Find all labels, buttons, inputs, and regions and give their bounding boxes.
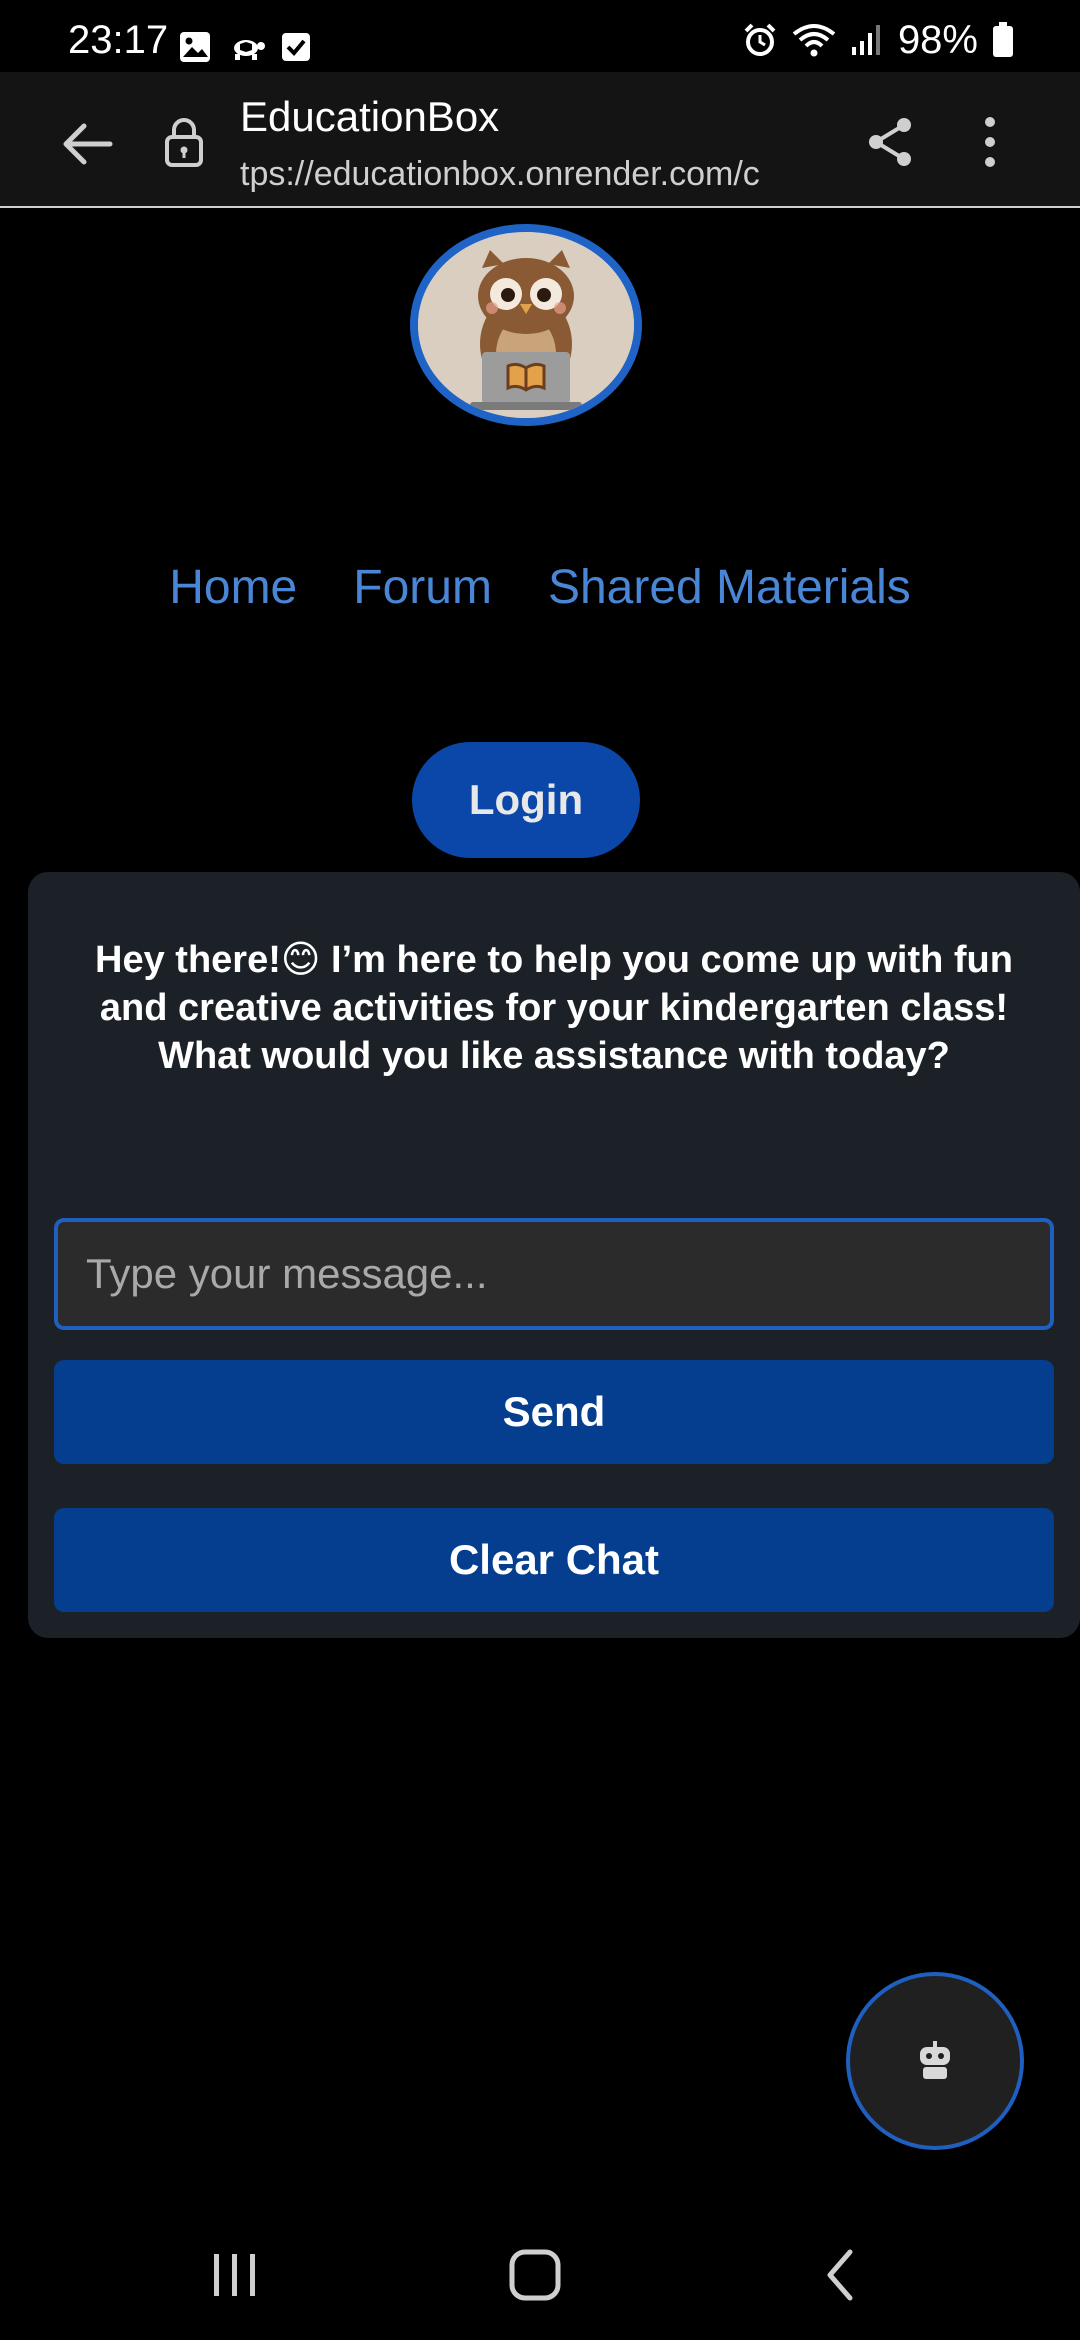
send-button[interactable]: Send xyxy=(54,1360,1054,1464)
share-button[interactable] xyxy=(858,110,922,174)
home-button[interactable] xyxy=(504,2248,568,2307)
recents-icon xyxy=(214,2254,255,2296)
home-icon xyxy=(509,2249,561,2301)
wifi-icon xyxy=(792,24,836,57)
message-input[interactable] xyxy=(54,1218,1054,1330)
site-logo[interactable] xyxy=(410,224,642,426)
system-nav-bar xyxy=(0,2200,1080,2340)
lock-icon xyxy=(165,118,203,167)
page-title[interactable]: EducationBox xyxy=(240,92,499,142)
nav-forum-link[interactable]: Forum xyxy=(353,556,492,620)
signal-icon xyxy=(851,25,880,55)
chat-message: Hey there!😊 I’m here to help you come up… xyxy=(95,939,1013,1077)
status-left-icons xyxy=(178,30,312,64)
owl-logo xyxy=(418,232,634,418)
chat-panel: Hey there!😊 I’m here to help you come up… xyxy=(28,872,1080,1638)
site-info-button[interactable] xyxy=(152,110,216,174)
main-nav: Home Forum Shared Materials xyxy=(0,556,1080,620)
back-arrow-icon xyxy=(63,123,113,165)
more-vert-icon xyxy=(985,117,995,167)
status-right-icons: 98% xyxy=(742,20,1014,60)
checkbox-icon xyxy=(282,33,310,61)
login-button[interactable]: Login xyxy=(412,742,640,858)
status-time: 23:17 xyxy=(68,18,169,62)
battery-percentage: 98% xyxy=(897,18,978,62)
alarm-icon xyxy=(744,23,776,56)
share-icon xyxy=(869,118,911,166)
recents-button[interactable] xyxy=(200,2250,270,2305)
robot-icon xyxy=(920,2041,950,2079)
back-icon xyxy=(827,2249,853,2301)
clear-chat-button[interactable]: Clear Chat xyxy=(54,1508,1054,1612)
system-back-button[interactable] xyxy=(816,2248,866,2307)
browser-toolbar: EducationBox tps://educationbox.onrender… xyxy=(0,72,1080,208)
chatbot-toggle-button[interactable] xyxy=(846,1972,1024,2150)
more-options-button[interactable] xyxy=(958,110,1022,174)
turtle-icon xyxy=(234,40,265,60)
battery-icon xyxy=(993,22,1013,57)
url-field[interactable]: tps://educationbox.onrender.com/c xyxy=(240,154,820,194)
back-button[interactable] xyxy=(56,112,120,176)
nav-home-link[interactable]: Home xyxy=(169,556,297,620)
status-bar: 23:17 98% xyxy=(0,0,1080,72)
nav-shared-materials-link[interactable]: Shared Materials xyxy=(548,556,911,620)
image-icon xyxy=(180,32,210,62)
